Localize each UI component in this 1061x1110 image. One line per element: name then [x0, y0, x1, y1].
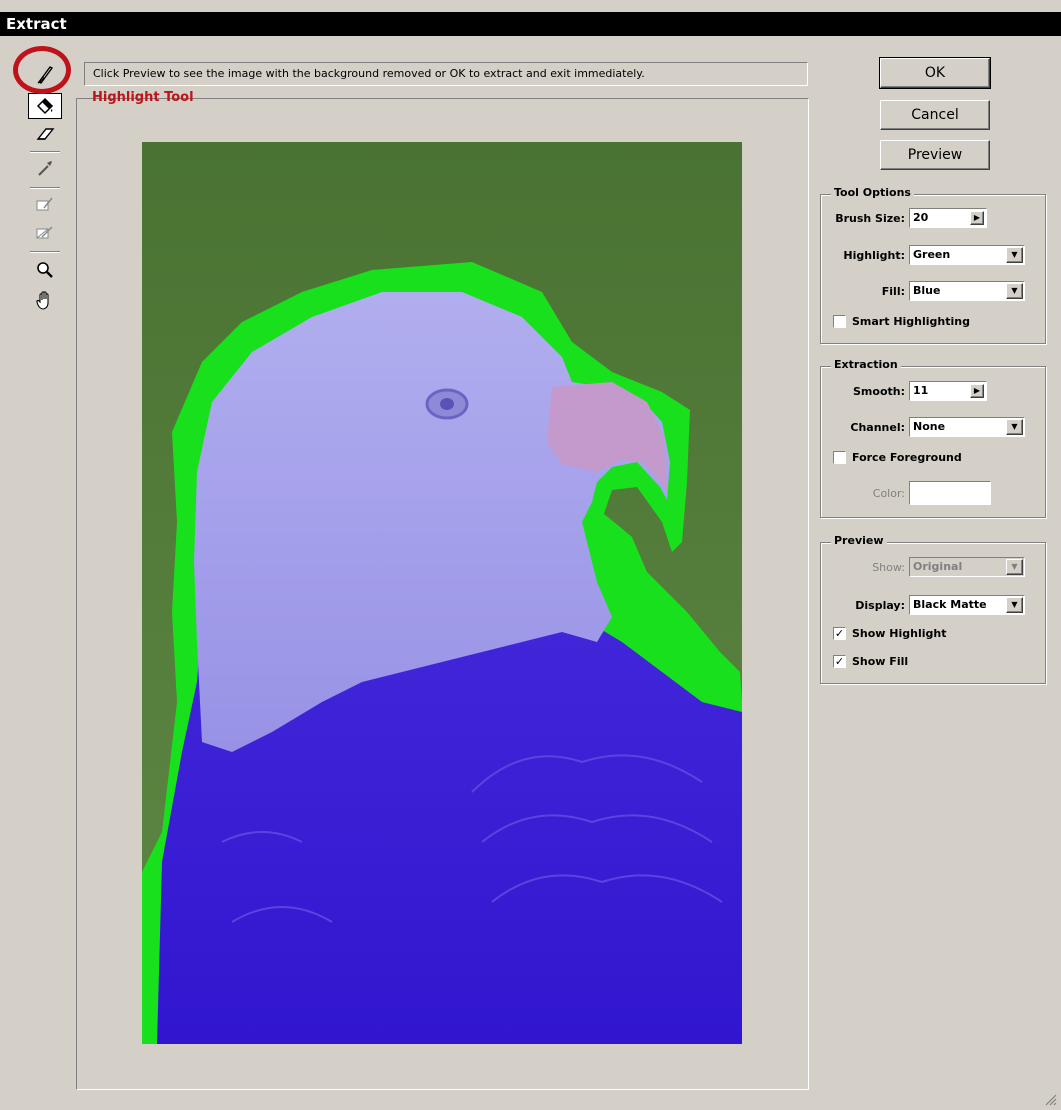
display-select[interactable]: Black Matte ▼: [909, 595, 1025, 615]
brush-size-value: 20: [913, 211, 929, 224]
brush-size-slider-button[interactable]: ▶: [970, 211, 984, 225]
highlight-value: Green: [913, 248, 951, 261]
edge-touchup-tool-icon: [36, 226, 53, 239]
smart-highlighting-label: Smart Highlighting: [852, 315, 970, 328]
fill-tool-button[interactable]: [28, 93, 62, 119]
force-foreground-checkbox[interactable]: [833, 451, 846, 464]
fill-value: Blue: [913, 284, 941, 297]
right-arrow-icon: ▶: [973, 386, 981, 395]
cleanup-tool-icon: [36, 197, 53, 211]
chevron-down-icon: ▼: [1011, 600, 1018, 609]
force-foreground-label: Force Foreground: [852, 451, 962, 464]
show-highlight-label: Show Highlight: [852, 627, 947, 640]
force-foreground-option[interactable]: Force Foreground: [833, 451, 962, 464]
display-label: Display:: [855, 598, 905, 612]
fill-dropdown-button[interactable]: ▼: [1006, 283, 1023, 299]
ok-button[interactable]: OK: [879, 57, 991, 89]
extraction-title: Extraction: [831, 358, 901, 371]
fill-select[interactable]: Blue ▼: [909, 281, 1025, 301]
chevron-down-icon: ▼: [1011, 562, 1018, 571]
zoom-tool-button[interactable]: [28, 257, 62, 283]
eraser-tool-icon: [36, 128, 55, 140]
eraser-tool-button[interactable]: [28, 121, 62, 147]
fill-tool-icon: [36, 97, 54, 115]
color-swatch[interactable]: [909, 481, 991, 505]
smooth-label: Smooth:: [853, 384, 905, 398]
highlighter-tool-icon: [37, 66, 54, 84]
tool-options-title: Tool Options: [831, 186, 914, 199]
preview-group: Preview Show: Original ▼ Display: Black …: [820, 534, 1046, 684]
color-label: Color:: [872, 486, 905, 500]
brush-size-label: Brush Size:: [835, 211, 905, 225]
eagle-pupil: [440, 398, 454, 410]
channel-dropdown-button[interactable]: ▼: [1006, 419, 1023, 435]
channel-value: None: [913, 420, 946, 433]
show-fill-checkbox[interactable]: ✓: [833, 655, 846, 668]
zoom-tool-icon: [37, 262, 53, 278]
eagle-image: [142, 142, 742, 1044]
show-highlight-option[interactable]: ✓ Show Highlight: [833, 627, 947, 640]
smooth-slider-button[interactable]: ▶: [970, 384, 984, 398]
extraction-group: Extraction Smooth: 11 ▶ Channel: None ▼ …: [820, 358, 1046, 518]
show-highlight-checkbox[interactable]: ✓: [833, 627, 846, 640]
chevron-down-icon: ▼: [1011, 286, 1018, 295]
display-dropdown-button[interactable]: ▼: [1006, 597, 1023, 613]
cancel-button[interactable]: Cancel: [880, 100, 990, 130]
preview-title: Preview: [831, 534, 887, 547]
highlight-label: Highlight:: [843, 248, 905, 262]
highlight-tool-callout-label: Highlight Tool: [92, 90, 194, 105]
channel-select[interactable]: None ▼: [909, 417, 1025, 437]
title-bar: Extract: [0, 12, 1061, 36]
show-select[interactable]: Original ▼: [909, 557, 1025, 577]
extract-dialog: Extract Click Preview to see the image w…: [0, 0, 1061, 1110]
chevron-down-icon: ▼: [1011, 422, 1018, 431]
tool-options-group: Tool Options Brush Size: 20 ▶ Highlight:…: [820, 186, 1046, 344]
image-canvas[interactable]: [142, 142, 742, 1044]
preview-button[interactable]: Preview: [880, 140, 990, 170]
show-dropdown-button[interactable]: ▼: [1006, 559, 1023, 575]
display-value: Black Matte: [913, 598, 987, 611]
show-value: Original: [913, 560, 963, 573]
smooth-input[interactable]: 11 ▶: [909, 381, 987, 401]
hand-tool-button[interactable]: [28, 287, 62, 313]
hand-tool-icon: [36, 291, 49, 310]
right-arrow-icon: ▶: [973, 213, 981, 222]
fill-label: Fill:: [881, 284, 905, 298]
chevron-down-icon: ▼: [1011, 250, 1018, 259]
resize-grip-icon[interactable]: [1043, 1092, 1057, 1106]
smart-highlighting-option[interactable]: Smart Highlighting: [833, 315, 970, 328]
channel-label: Channel:: [850, 420, 905, 434]
brush-size-input[interactable]: 20 ▶: [909, 208, 987, 228]
show-fill-option[interactable]: ✓ Show Fill: [833, 655, 908, 668]
smooth-value: 11: [913, 384, 929, 397]
cleanup-tool-button[interactable]: [28, 191, 62, 217]
window-title: Extract: [6, 15, 67, 33]
highlighter-tool-button[interactable]: [28, 61, 62, 87]
highlight-dropdown-button[interactable]: ▼: [1006, 247, 1023, 263]
eyedropper-tool-button[interactable]: [28, 155, 62, 181]
show-fill-label: Show Fill: [852, 655, 909, 668]
eyedropper-tool-icon: [38, 161, 52, 176]
highlight-select[interactable]: Green ▼: [909, 245, 1025, 265]
edge-touchup-tool-button[interactable]: [28, 219, 62, 245]
show-label: Show:: [872, 560, 905, 574]
smart-highlighting-checkbox[interactable]: [833, 315, 846, 328]
hint-bar: Click Preview to see the image with the …: [84, 62, 808, 86]
